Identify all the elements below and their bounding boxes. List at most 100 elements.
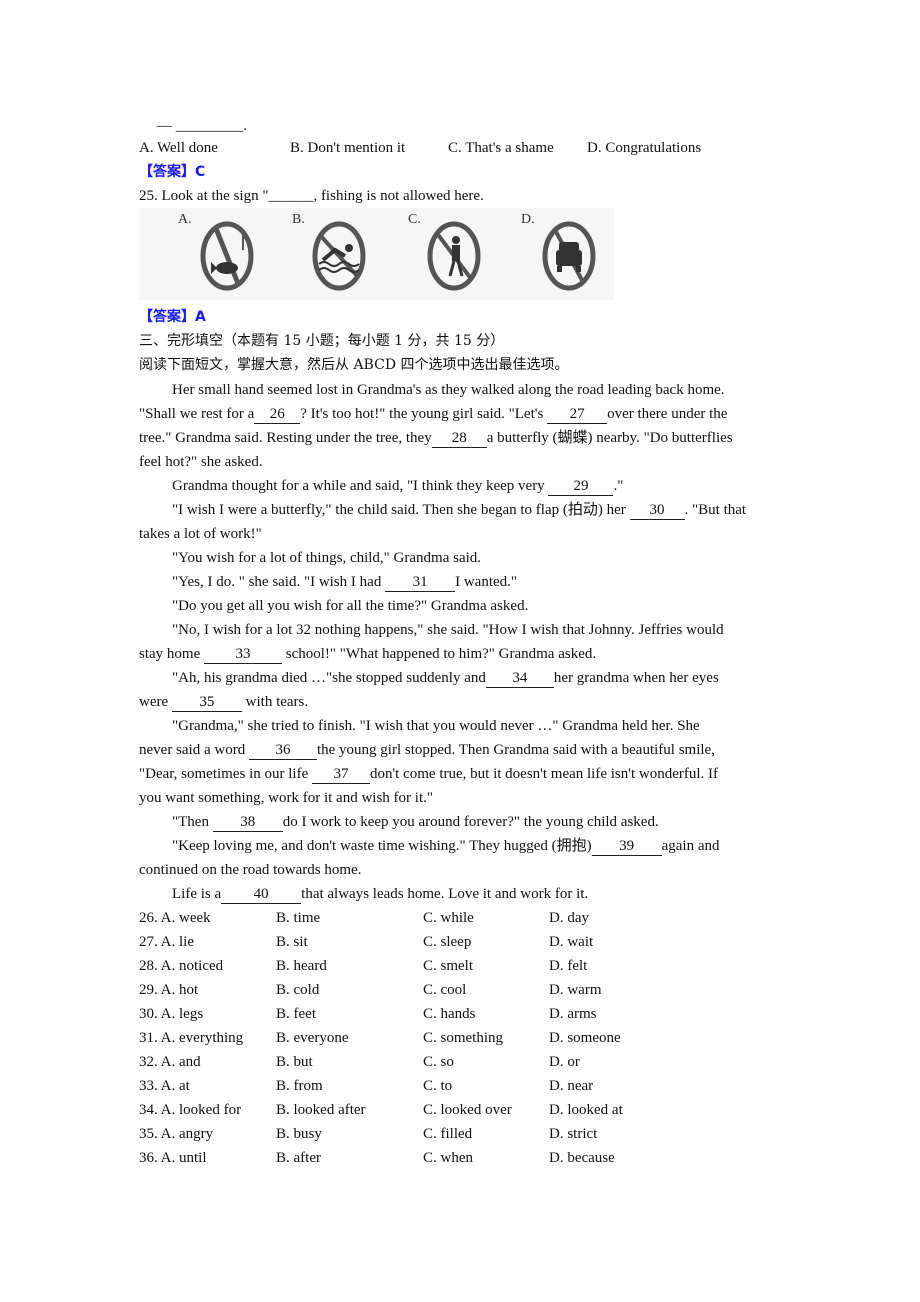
text: "Keep loving me, and don't waste time wi… — [172, 838, 592, 854]
option-d: D. day — [549, 910, 589, 926]
option-d: D. near — [549, 1078, 594, 1094]
text: were — [139, 694, 172, 710]
option-d: D. warm — [549, 982, 602, 998]
sign-d-label: D. — [521, 212, 535, 227]
option-c: C. smelt — [423, 958, 474, 974]
option-d: D. felt — [549, 958, 588, 974]
section-instruction: 阅读下面短文，掌握大意，然后从 ABCD 四个选项中选出最佳选项。 — [139, 357, 569, 373]
option-a: 30. A. legs — [139, 1006, 204, 1022]
sign-c-label: C. — [408, 212, 421, 227]
option-a: 36. A. until — [139, 1150, 207, 1166]
option-c: C. so — [423, 1054, 454, 1070]
answer-value: A — [195, 309, 206, 325]
passage-line: continued on the road towards home. — [139, 862, 362, 878]
blank-30: 30 — [629, 502, 685, 520]
option-d: D. wait — [549, 934, 594, 950]
no-vehicles-icon — [542, 221, 596, 291]
blank-36: 36 — [248, 742, 317, 760]
text: school!" "What happened to him?" Grandma… — [282, 646, 597, 662]
option-c: C. hands — [423, 1006, 476, 1022]
option-a: 33. A. at — [139, 1078, 190, 1094]
text: again and — [661, 838, 720, 854]
passage-line: "Ah, his grandma died …"she stopped sudd… — [139, 668, 719, 688]
answer-value: C — [195, 164, 206, 180]
q24-option-b: B. Don't mention it — [290, 140, 406, 156]
blank-37: 37 — [311, 766, 370, 784]
text: stay home — [139, 646, 204, 662]
text: the young girl stopped. Then Grandma sai… — [316, 742, 715, 758]
text: Grandma thought for a while and said, "I… — [172, 478, 549, 494]
passage-line: Grandma thought for a while and said, "I… — [139, 476, 623, 496]
option-b: B. everyone — [276, 1030, 349, 1046]
option-a: 34. A. looked for — [139, 1102, 242, 1118]
q24-dash-line: — _________. — [157, 118, 247, 134]
no-swimming-icon — [312, 221, 366, 291]
passage-line: "You wish for a lot of things, child," G… — [172, 550, 482, 566]
passage-line: "Then 38 do I work to keep you around for… — [139, 812, 659, 832]
text: "I wish I were a butterfly," the child s… — [172, 502, 630, 518]
passage-line: "Yes, I do. " she said. "I wish I had 31… — [139, 572, 517, 592]
option-c: C. when — [423, 1150, 473, 1166]
blank-38: 38 — [212, 814, 283, 832]
option-d: D. or — [549, 1054, 580, 1070]
option-d: D. looked at — [549, 1102, 623, 1118]
blank-40: 40 — [221, 886, 302, 904]
blank-35: 35 — [171, 694, 242, 712]
option-b: B. sit — [276, 934, 308, 950]
passage-line: Her small hand seemed lost in Grandma's … — [172, 382, 725, 398]
option-c: C. filled — [423, 1126, 473, 1142]
passage-line: you want something, work for it and wish… — [139, 790, 434, 806]
blank-34: 34 — [485, 670, 554, 688]
text: a butterfly (蝴蝶) nearby. "Do butterflies — [486, 430, 733, 446]
q24-answer: 【答案】C — [139, 162, 205, 182]
option-b: B. heard — [276, 958, 327, 974]
text: her grandma when her eyes — [553, 670, 719, 686]
option-a: 26. A. week — [139, 910, 211, 926]
blank-28: 28 — [431, 430, 487, 448]
option-b: B. time — [276, 910, 321, 926]
passage-line: never said a word 36 the young girl stopp… — [139, 740, 715, 760]
answer-label: 【答案】 — [139, 309, 195, 325]
text: never said a word — [139, 742, 249, 758]
blank-26: 26 — [254, 406, 301, 424]
text: "Ah, his grandma died …"she stopped sudd… — [172, 670, 486, 686]
option-b: B. looked after — [276, 1102, 366, 1118]
blank-27: 27 — [547, 406, 608, 424]
blank-39: 39 — [591, 838, 662, 856]
option-c: C. cool — [423, 982, 467, 998]
passage-line: takes a lot of work!" — [139, 526, 262, 542]
q25-answer: 【答案】A — [139, 307, 206, 327]
text: over there under the — [607, 406, 728, 422]
passage-line: "Grandma," she tried to finish. "I wish … — [172, 718, 700, 734]
sign-a-label: A. — [178, 212, 192, 227]
passage-line: stay home 33 school!" "What happened to … — [139, 644, 596, 664]
option-a: 28. A. noticed — [139, 958, 224, 974]
text: "Dear, sometimes in our life — [139, 766, 312, 782]
text: tree." Grandma said. Resting under the t… — [139, 430, 432, 446]
text: don't come true, but it doesn't mean lif… — [369, 766, 719, 782]
option-d: D. arms — [549, 1006, 597, 1022]
option-a: 31. A. everything — [139, 1030, 244, 1046]
no-fishing-icon — [200, 221, 254, 291]
passage-line: "Do you get all you wish for all the tim… — [172, 598, 529, 614]
text: I wanted." — [455, 574, 518, 590]
passage-line: "I wish I were a butterfly," the child s… — [139, 500, 746, 520]
option-a: 32. A. and — [139, 1054, 201, 1070]
q24-option-d: D. Congratulations — [587, 140, 702, 156]
option-a: 35. A. angry — [139, 1126, 214, 1142]
option-c: C. while — [423, 910, 474, 926]
option-b: B. after — [276, 1150, 321, 1166]
option-c: C. sleep — [423, 934, 472, 950]
option-a: 27. A. lie — [139, 934, 194, 950]
text: "Yes, I do. " she said. "I wish I had — [172, 574, 386, 590]
passage-line: tree." Grandma said. Resting under the t… — [139, 428, 733, 448]
option-d: D. because — [549, 1150, 615, 1166]
blank-33: 33 — [204, 646, 282, 664]
option-c: C. to — [423, 1078, 453, 1094]
section-heading: 三、完形填空（本题有 15 小题；每小题 1 分，共 15 分） — [139, 333, 505, 349]
text: "Then — [172, 814, 213, 830]
passage-line: "Shall we rest for a 26? It's too hot!" t… — [139, 404, 727, 424]
text: . "But that — [684, 502, 747, 518]
option-c: C. looked over — [423, 1102, 512, 1118]
option-b: B. but — [276, 1054, 313, 1070]
